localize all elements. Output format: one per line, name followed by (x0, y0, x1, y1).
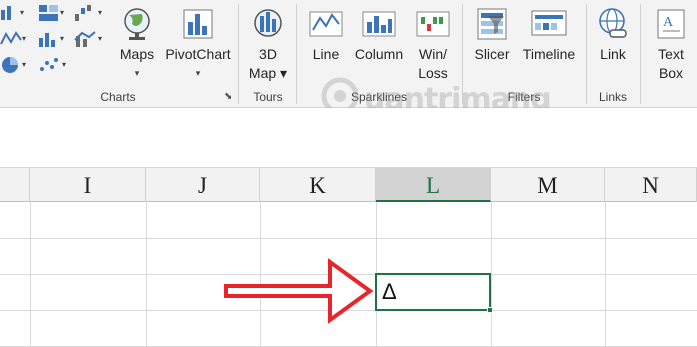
column-header-i[interactable]: I (30, 168, 146, 202)
fill-handle[interactable] (487, 307, 493, 313)
column-header-k[interactable]: K (260, 168, 376, 202)
sparkline-column-icon (362, 11, 396, 37)
chevron-down-icon[interactable]: ▾ (22, 60, 26, 69)
text-box-button[interactable]: A Text Box (646, 0, 696, 88)
scatter-chart-icon[interactable] (38, 56, 60, 74)
sparkline-line-icon (309, 11, 343, 37)
sparkline-winloss-icon (416, 11, 450, 37)
3d-map-icon (254, 9, 282, 37)
separator (640, 4, 641, 104)
statistic-chart-icon[interactable] (38, 30, 60, 48)
column-header-n[interactable]: N (605, 168, 697, 202)
column-gridline (491, 202, 492, 347)
group-label-charts: Charts (100, 90, 136, 104)
column-headers: I J K L M N (0, 168, 697, 202)
slicer-icon (477, 8, 507, 40)
line-chart-small-icon[interactable] (0, 30, 22, 48)
group-label-tours: Tours (253, 90, 283, 104)
chevron-down-icon: ▾ (134, 68, 140, 78)
chevron-down-icon[interactable]: ▾ (60, 8, 64, 17)
globe-icon (124, 8, 150, 40)
chevron-down-icon[interactable]: ▾ (98, 34, 102, 43)
link-globe-icon (599, 8, 627, 38)
column-gridline (146, 202, 147, 347)
link-button[interactable]: Link (590, 0, 636, 88)
separator (296, 4, 297, 104)
column-gridline (30, 202, 31, 347)
column-gridline (605, 202, 606, 347)
pivotchart-icon (183, 9, 213, 39)
chevron-down-icon[interactable]: ▾ (20, 8, 24, 17)
active-cell-l[interactable]: Δ (375, 273, 491, 311)
svg-text:A: A (663, 15, 674, 30)
chevron-down-icon: ▾ (195, 68, 201, 78)
timeline-icon (531, 10, 567, 36)
chevron-down-icon[interactable]: ▾ (98, 8, 102, 17)
chevron-down-icon[interactable]: ▾ (62, 60, 66, 69)
column-header-m[interactable]: M (491, 168, 605, 202)
group-label-links: Links (598, 90, 627, 104)
separator (586, 4, 587, 104)
text-box-icon: A (657, 9, 685, 39)
bar-chart-small-icon[interactable] (0, 4, 22, 22)
combo-chart-icon[interactable] (74, 30, 96, 48)
column-header-j[interactable]: J (146, 168, 260, 202)
chevron-down-icon[interactable]: ▾ (60, 34, 64, 43)
dialog-launcher-icon[interactable]: ⬊ (224, 91, 232, 102)
chevron-down-icon[interactable]: ▾ (22, 34, 26, 43)
row-gridline (0, 238, 697, 239)
3d-map-button[interactable]: 3D Map ▾ (244, 0, 292, 88)
column-header-l[interactable]: L (376, 168, 491, 202)
formula-bar-area (0, 108, 697, 168)
red-arrow-annotation (224, 258, 374, 324)
column-header-partial[interactable] (0, 168, 30, 202)
hierarchy-chart-icon[interactable] (38, 4, 60, 22)
waterfall-chart-icon[interactable] (74, 4, 96, 22)
pivotchart-button[interactable]: PivotChart ▾ (162, 0, 234, 88)
pie-chart-small-icon[interactable] (0, 56, 22, 74)
separator (238, 4, 239, 104)
maps-button[interactable]: Maps ▾ (112, 0, 162, 88)
